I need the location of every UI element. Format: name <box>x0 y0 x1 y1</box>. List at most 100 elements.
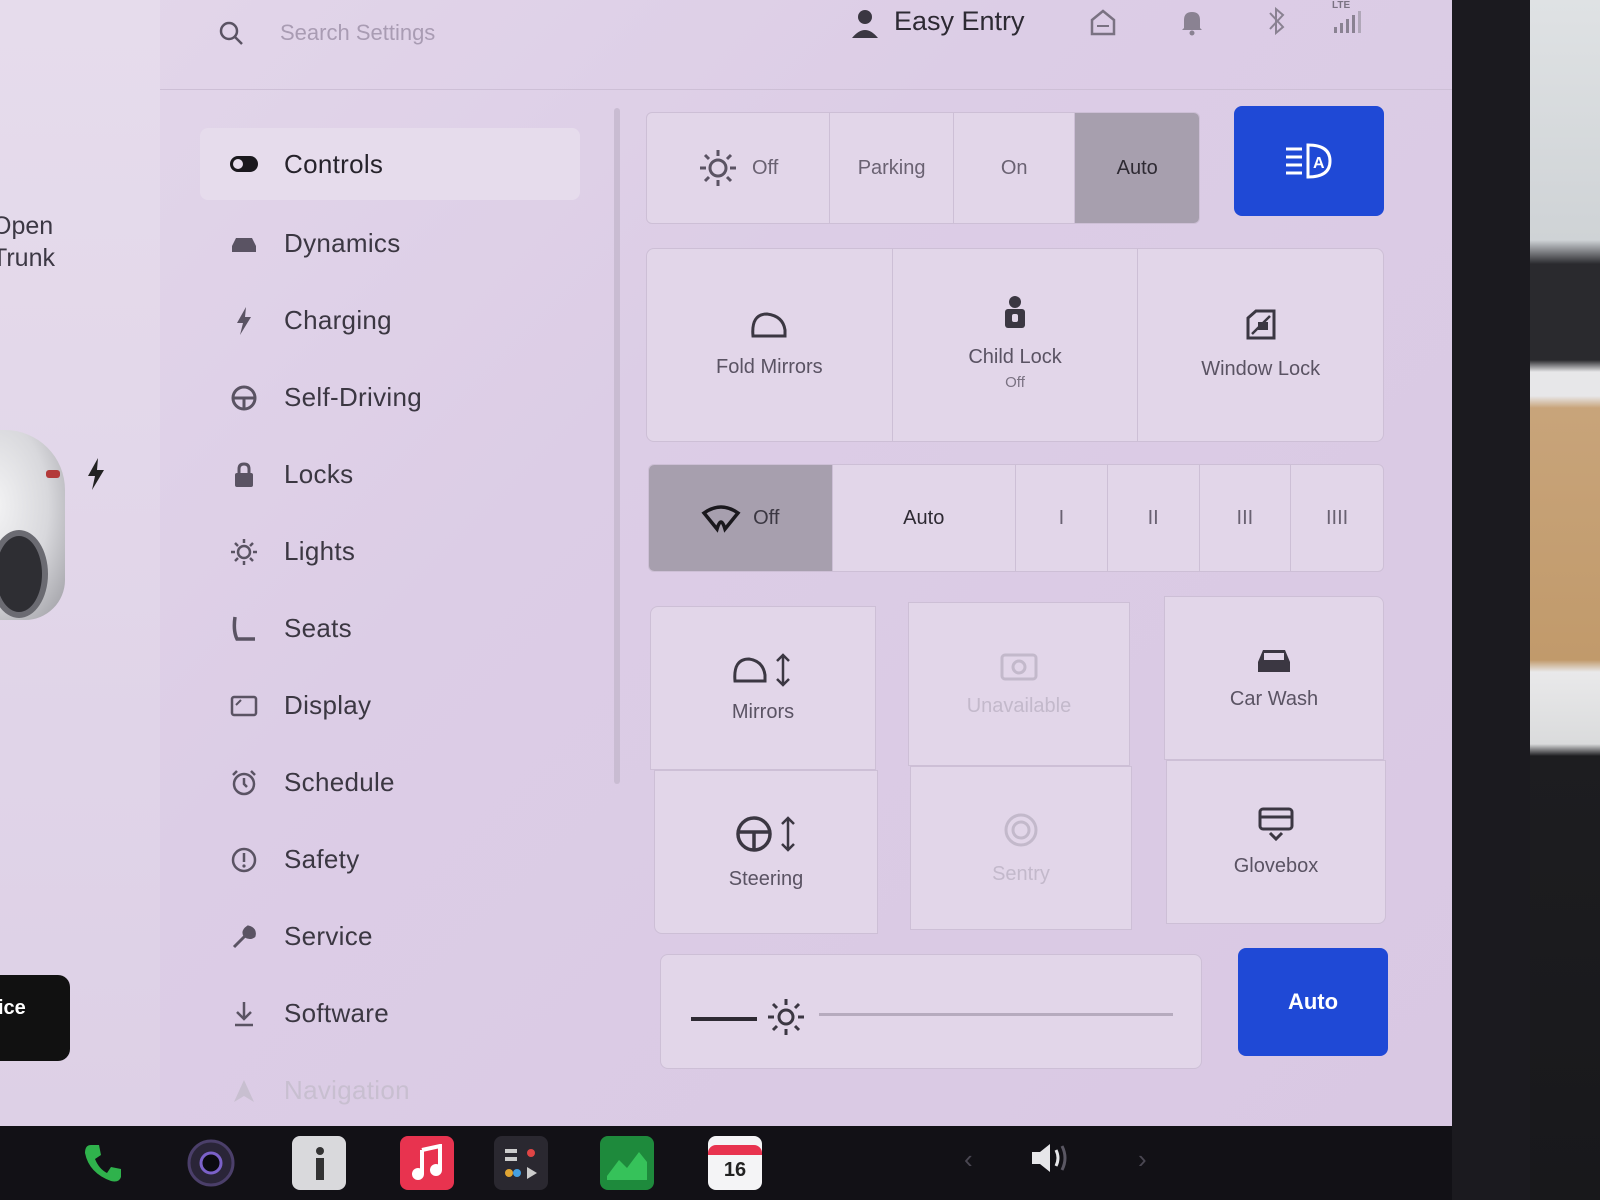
phone-app-icon[interactable] <box>76 1136 130 1190</box>
tile-label: Glovebox <box>1233 854 1319 877</box>
calendar-app-icon[interactable]: 16 <box>708 1136 762 1190</box>
headlight-on-option[interactable]: On <box>954 113 1076 223</box>
headlight-option-label: Off <box>752 156 779 179</box>
sidebar-item-label: Seats <box>284 613 352 643</box>
auto-button-label: Auto <box>1287 989 1339 1014</box>
toybox-app-icon[interactable] <box>494 1136 548 1190</box>
display-brightness-slider[interactable] <box>660 954 1202 1069</box>
wiper-mode-selector: Off Auto I II III IIII <box>648 464 1384 572</box>
settings-sidebar: Controls Dynamics Charging Self-Driving … <box>200 128 580 1126</box>
wiper-speed-2-option[interactable]: II <box>1108 465 1200 571</box>
tile-sublabel: Off <box>1005 374 1025 391</box>
headlight-auto-option[interactable]: Auto <box>1075 113 1199 223</box>
brightness-icon <box>768 999 804 1035</box>
charge-port-bolt-icon[interactable] <box>86 458 106 498</box>
bolt-icon <box>226 303 262 339</box>
sidebar-item-label: Charging <box>284 305 392 335</box>
car-wash-button[interactable]: Car Wash <box>1164 596 1384 760</box>
search-input[interactable]: Search Settings <box>280 20 435 46</box>
mirrors-adjust-button[interactable]: Mirrors <box>650 606 876 770</box>
tile-label: Car Wash <box>1229 687 1319 710</box>
headlight-option-label: Auto <box>1116 156 1158 179</box>
bell-icon[interactable] <box>1180 8 1204 36</box>
wiper-icon <box>701 505 741 533</box>
glovebox-button[interactable]: Glovebox <box>1166 760 1386 924</box>
touchscreen: Open Trunk ice Search Settings Easy Entr… <box>0 0 1452 1126</box>
wiper-auto-option[interactable]: Auto <box>833 465 1016 571</box>
home-icon[interactable] <box>1090 8 1116 36</box>
music-app-icon[interactable] <box>400 1136 454 1190</box>
sidebar-item-schedule[interactable]: Schedule <box>200 744 580 821</box>
car-interior-background <box>1530 0 1600 1200</box>
manual-app-icon[interactable] <box>292 1136 346 1190</box>
chevron-right-icon[interactable]: › <box>1138 1144 1147 1175</box>
signal-bars-icon <box>1334 11 1361 33</box>
bluetooth-icon[interactable] <box>1266 4 1288 38</box>
tile-label: Child Lock <box>968 346 1062 368</box>
quick-actions-row: Fold Mirrors Child Lock Off Window Lock <box>646 248 1384 442</box>
sidebar-item-lights[interactable]: Lights <box>200 513 580 590</box>
tile-label: Window Lock <box>1201 358 1321 380</box>
sidebar-item-label: Locks <box>284 459 354 489</box>
steering-adjust-button[interactable]: Steering <box>654 770 878 934</box>
display-icon <box>226 688 262 724</box>
wiper-option-label: I <box>1058 506 1065 529</box>
wiper-option-label: IIII <box>1326 506 1349 529</box>
alarm-clock-icon <box>226 765 262 801</box>
mirror-adjust-icon <box>733 652 790 687</box>
sidebar-item-label: Navigation <box>284 1075 410 1105</box>
sidebar-item-dynamics[interactable]: Dynamics <box>200 205 580 282</box>
pill-label: ice <box>0 997 26 1019</box>
auto-high-beam-button[interactable]: A <box>1234 106 1384 216</box>
sidebar-item-controls[interactable]: Controls <box>200 128 580 200</box>
screen-bezel <box>1452 0 1530 1200</box>
black-pill-button[interactable]: ice <box>0 975 70 1061</box>
window-lock-button[interactable]: Window Lock <box>1138 249 1383 441</box>
sidebar-item-software[interactable]: Software <box>200 975 580 1052</box>
seat-icon <box>226 611 262 647</box>
car-taillight <box>46 470 60 478</box>
chevron-left-icon[interactable]: ‹ <box>964 1144 973 1175</box>
sidebar-item-locks[interactable]: Locks <box>200 436 580 513</box>
sidebar-item-safety[interactable]: Safety <box>200 821 580 898</box>
wiper-off-option[interactable]: Off <box>649 465 833 571</box>
sidebar-item-service[interactable]: Service <box>200 898 580 975</box>
sidebar-item-label: Display <box>284 690 372 720</box>
mirror-icon <box>751 312 787 338</box>
open-trunk-button[interactable]: Open Trunk <box>0 210 55 274</box>
sidebar-item-seats[interactable]: Seats <box>200 590 580 667</box>
search-icon[interactable] <box>218 20 244 46</box>
headlight-parking-option[interactable]: Parking <box>830 113 954 223</box>
sidebar-item-display[interactable]: Display <box>200 667 580 744</box>
headlight-mode-selector: Off Parking On Auto <box>646 112 1200 224</box>
driver-profile-name[interactable]: Easy Entry <box>894 6 1025 37</box>
volume-icon[interactable] <box>1028 1140 1072 1181</box>
steering-wheel-icon <box>226 380 262 416</box>
energy-app-icon[interactable] <box>600 1136 654 1190</box>
wiper-speed-1-option[interactable]: I <box>1016 465 1108 571</box>
sidebar-item-label: Dynamics <box>284 228 401 258</box>
alert-circle-icon <box>226 842 262 878</box>
profile-icon[interactable] <box>850 8 880 40</box>
wiper-speed-4-option[interactable]: IIII <box>1291 465 1383 571</box>
wiper-speed-3-option[interactable]: III <box>1200 465 1292 571</box>
sidebar-scrollbar[interactable] <box>614 108 620 784</box>
tile-label: Mirrors <box>731 700 795 723</box>
sidebar-item-label: Self-Driving <box>284 382 422 412</box>
car-icon <box>1258 649 1290 672</box>
headlight-off-option[interactable]: Off <box>647 113 831 223</box>
sidebar-item-charging[interactable]: Charging <box>200 282 580 359</box>
child-lock-button[interactable]: Child Lock Off <box>893 249 1139 441</box>
wiper-option-label: II <box>1147 506 1159 529</box>
sidebar-item-navigation[interactable]: Navigation <box>200 1052 580 1126</box>
camera-app-icon[interactable] <box>184 1136 238 1190</box>
calendar-day: 16 <box>723 1158 747 1181</box>
slider-right-track <box>819 1013 1173 1016</box>
sidebar-item-self-driving[interactable]: Self-Driving <box>200 359 580 436</box>
fold-mirrors-button[interactable]: Fold Mirrors <box>647 249 893 441</box>
sentry-icon <box>1004 813 1038 846</box>
brightness-auto-button[interactable]: Auto <box>1238 948 1388 1056</box>
sidebar-item-label: Lights <box>284 536 356 566</box>
trunk-label-line1: Open <box>0 212 54 240</box>
svg-text:A: A <box>1313 155 1325 172</box>
